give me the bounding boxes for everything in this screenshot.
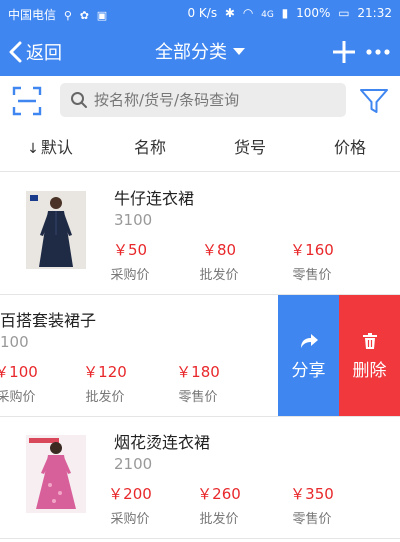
purchase-price: ￥100 采购价	[0, 361, 46, 405]
bluetooth-icon: ✱	[224, 6, 235, 20]
sort-default-label: 默认	[40, 138, 73, 157]
back-button[interactable]: 返回	[8, 38, 62, 66]
retail-price-label: 零售价	[292, 512, 332, 527]
sort-price-label: 价格	[333, 138, 366, 157]
wholesale-price-label: 批发价	[199, 512, 239, 527]
wholesale-price: ￥120 批发价	[75, 361, 135, 405]
sort-code-label: 货号	[233, 138, 266, 157]
retail-price-value: ￥180	[176, 363, 220, 381]
sort-price[interactable]: 价格	[300, 124, 400, 171]
retail-price: ￥160 零售价	[282, 239, 342, 283]
retail-price: ￥180 零售价	[168, 361, 228, 405]
wifi-icon: ◠	[242, 6, 254, 20]
wholesale-price-label: 批发价	[85, 390, 125, 405]
product-name: 烟花烫连衣裙	[114, 433, 211, 452]
search-box	[60, 83, 346, 117]
product-code: 100	[0, 333, 29, 351]
product-image	[26, 191, 86, 269]
share-icon	[300, 333, 318, 348]
purchase-price-value: ￥100	[0, 363, 38, 381]
wholesale-price-label: 批发价	[199, 268, 239, 283]
more-icon[interactable]	[364, 38, 392, 66]
product-code: 3100	[114, 211, 153, 229]
battery-icon: ▭	[338, 6, 350, 20]
wholesale-price-value: ￥80	[201, 241, 237, 259]
retail-price-label: 零售价	[292, 268, 332, 283]
purchase-price-label: 采购价	[110, 268, 150, 283]
product-image	[26, 435, 86, 513]
purchase-price-label: 采购价	[110, 512, 150, 527]
trash-icon	[362, 332, 377, 349]
search-row	[0, 76, 400, 124]
filter-icon[interactable]	[358, 85, 390, 117]
notification-icon: ▣	[96, 9, 108, 22]
sort-default[interactable]: ↓ 默认	[0, 124, 100, 171]
signal-type: 4G	[261, 10, 274, 20]
purchase-price: ￥50 采购价	[100, 239, 160, 283]
chevron-left-icon	[9, 41, 22, 63]
sort-name-label: 名称	[133, 138, 166, 157]
usb-icon: ⚲	[63, 9, 72, 22]
purchase-price-value: ￥50	[112, 241, 148, 259]
purchase-price-label: 采购价	[0, 390, 36, 405]
product-name: 牛仔连衣裙	[114, 189, 195, 208]
network-speed: 0 K/s	[187, 6, 218, 20]
share-label: 分享	[291, 360, 326, 381]
arrow-down-icon: ↓	[27, 141, 39, 157]
swipe-actions: 分享 删除	[278, 295, 400, 416]
status-bar: 中国电信 ⚲ ✿ ▣ 0 K/s ✱ ◠ 4G ▮ 100% ▭ 21:32	[0, 0, 400, 28]
add-icon[interactable]	[330, 38, 358, 66]
share-button[interactable]: 分享	[278, 295, 339, 416]
back-label: 返回	[26, 43, 62, 64]
sort-bar: ↓ 默认 名称 货号 价格	[0, 124, 400, 172]
scan-icon[interactable]	[12, 86, 42, 116]
wholesale-price-value: ￥260	[197, 485, 241, 503]
retail-price-label: 零售价	[178, 390, 218, 405]
wholesale-price: ￥260 批发价	[189, 483, 249, 527]
sort-name[interactable]: 名称	[100, 124, 200, 171]
signal-icon: ▮	[281, 6, 289, 20]
product-item[interactable]: 牛仔连衣裙 3100 ￥50 采购价 ￥80 批发价 ￥160 零售价	[0, 173, 400, 295]
category-dropdown[interactable]	[145, 36, 255, 68]
battery-percent: 100%	[296, 6, 331, 20]
product-item[interactable]: 烟花烫连衣裙 2100 ￥200 采购价 ￥260 批发价 ￥350 零售价	[0, 417, 400, 539]
sort-code[interactable]: 货号	[200, 124, 300, 171]
wholesale-price-value: ￥120	[83, 363, 127, 381]
product-name: 百搭套装裙子	[0, 311, 97, 330]
purchase-price: ￥200 采购价	[100, 483, 160, 527]
retail-price: ￥350 零售价	[282, 483, 342, 527]
carrier-text: 中国电信	[8, 8, 57, 22]
search-icon	[71, 92, 87, 108]
delete-button[interactable]: 删除	[339, 295, 400, 416]
wholesale-price: ￥80 批发价	[189, 239, 249, 283]
nav-bar: 返回 全部分类	[0, 28, 400, 76]
purchase-price-value: ￥200	[108, 485, 152, 503]
huawei-icon: ✿	[79, 9, 89, 22]
search-input[interactable]	[94, 91, 324, 109]
product-code: 2100	[114, 455, 153, 473]
retail-price-value: ￥350	[290, 485, 334, 503]
delete-label: 删除	[352, 360, 387, 381]
product-item-swiped[interactable]: 百搭套装裙子 100 ￥100 采购价 ￥120 批发价 ￥180 零售价 分享	[0, 295, 400, 417]
clock: 21:32	[357, 6, 392, 20]
retail-price-value: ￥160	[290, 241, 334, 259]
